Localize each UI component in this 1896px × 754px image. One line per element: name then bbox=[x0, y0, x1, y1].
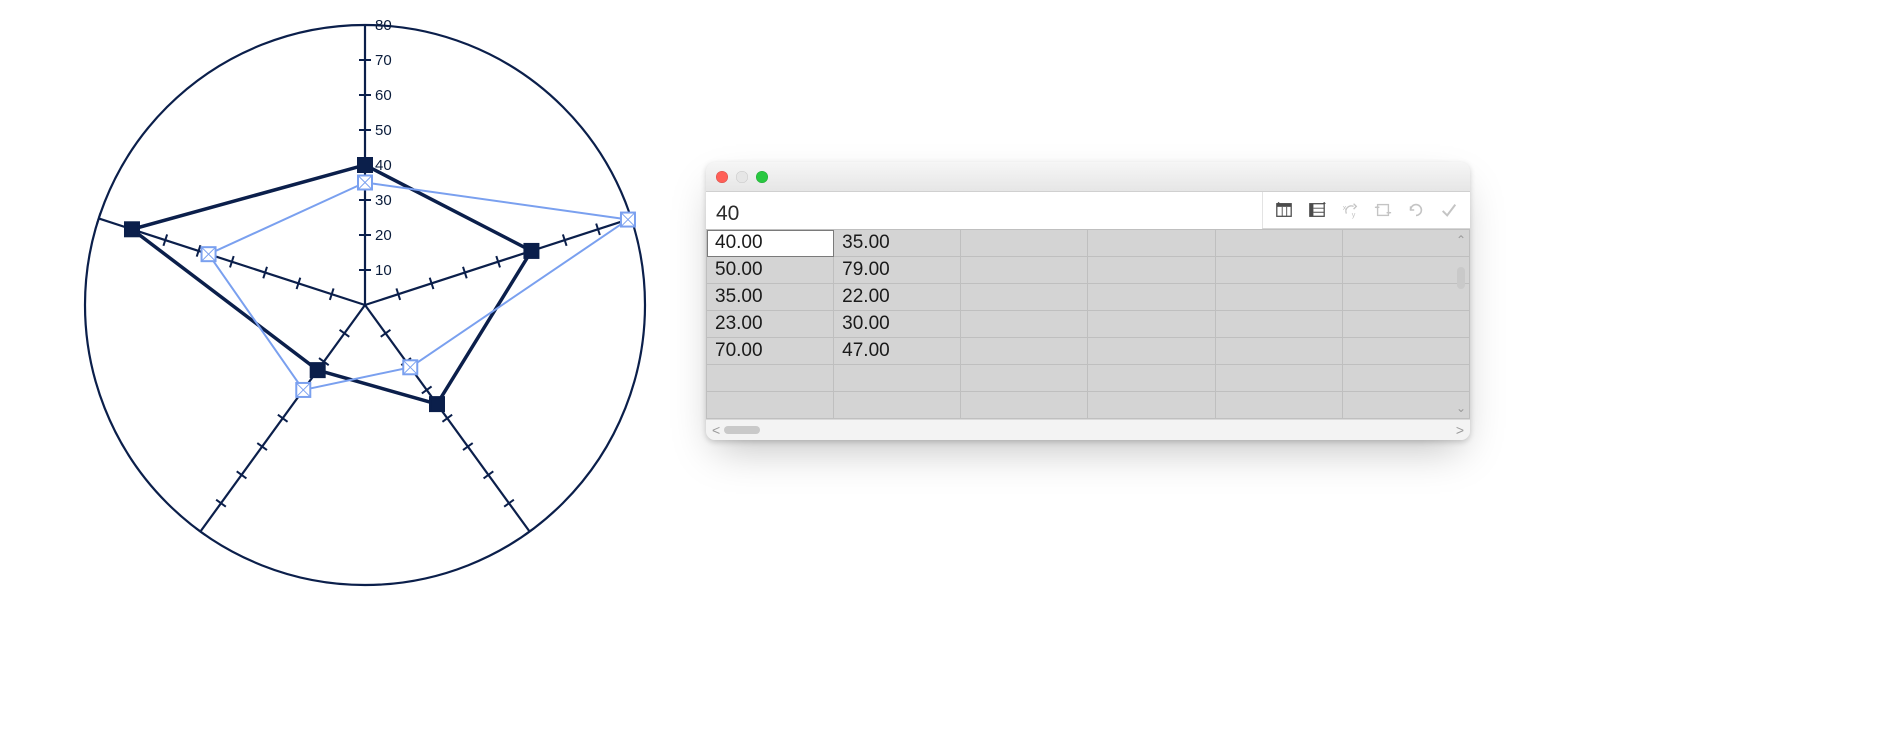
grid-cell[interactable] bbox=[961, 284, 1088, 311]
grid-cell[interactable]: 22.00 bbox=[834, 284, 961, 311]
grid-cell[interactable]: 40.00 bbox=[707, 230, 834, 257]
swap-xy-icon: xy bbox=[1341, 200, 1359, 220]
grid-cell[interactable] bbox=[1215, 392, 1342, 419]
grid-cell[interactable] bbox=[707, 392, 834, 419]
swap-xy-button[interactable]: xy bbox=[1335, 195, 1365, 225]
grid-cell[interactable] bbox=[961, 338, 1088, 365]
grid-cell[interactable] bbox=[1088, 392, 1215, 419]
undo-icon bbox=[1407, 200, 1425, 220]
grid-cell[interactable] bbox=[1215, 230, 1342, 257]
grid-cell[interactable] bbox=[1342, 311, 1469, 338]
grid-cell[interactable]: 70.00 bbox=[707, 338, 834, 365]
undo-button[interactable] bbox=[1401, 195, 1431, 225]
grid-cell[interactable] bbox=[961, 257, 1088, 284]
first-col-labels-button[interactable] bbox=[1302, 195, 1332, 225]
grid-cell[interactable] bbox=[1088, 365, 1215, 392]
grid-cell[interactable] bbox=[834, 365, 961, 392]
window-titlebar[interactable] bbox=[706, 162, 1470, 192]
grid-cell[interactable] bbox=[1342, 365, 1469, 392]
scroll-right-icon[interactable]: > bbox=[1456, 422, 1464, 438]
toolbar-buttons: xy bbox=[1262, 192, 1470, 228]
minimize-icon bbox=[736, 171, 748, 183]
grid-cell[interactable] bbox=[707, 365, 834, 392]
zoom-icon[interactable] bbox=[756, 171, 768, 183]
axis-tick-label: 60 bbox=[375, 87, 392, 104]
axis-tick-label: 80 bbox=[375, 17, 392, 34]
horizontal-scrollbar[interactable]: < > bbox=[706, 419, 1470, 440]
grid-cell[interactable] bbox=[1215, 284, 1342, 311]
scroll-left-icon[interactable]: < bbox=[712, 422, 720, 438]
confirm-button[interactable] bbox=[1434, 195, 1464, 225]
first-col-labels-icon bbox=[1308, 200, 1326, 220]
grid-cell[interactable] bbox=[1088, 257, 1215, 284]
crop-range-icon bbox=[1374, 200, 1392, 220]
svg-text:y: y bbox=[1352, 210, 1356, 219]
crop-range-button[interactable] bbox=[1368, 195, 1398, 225]
axis-tick-label: 10 bbox=[375, 262, 392, 279]
scroll-up-icon[interactable]: ⌃ bbox=[1456, 233, 1466, 247]
radar-chart[interactable]: 1020304050607080 bbox=[60, 0, 670, 610]
grid-cell[interactable]: 35.00 bbox=[834, 230, 961, 257]
vertical-scrollbar[interactable]: ⌃ ⌄ bbox=[1454, 229, 1468, 419]
axis-tick-label: 30 bbox=[375, 192, 392, 209]
grid-cell[interactable] bbox=[1088, 311, 1215, 338]
grid-cell[interactable] bbox=[1342, 257, 1469, 284]
scroll-down-icon[interactable]: ⌄ bbox=[1456, 401, 1466, 415]
axis-tick-label: 70 bbox=[375, 52, 392, 69]
grid-cell[interactable] bbox=[1215, 257, 1342, 284]
grid-cell[interactable] bbox=[1342, 230, 1469, 257]
first-row-labels-icon bbox=[1275, 200, 1293, 220]
scroll-thumb[interactable] bbox=[1457, 267, 1465, 289]
chart-data-window: xy 40.0035.0050.0079.0035.0022.0023.0030… bbox=[706, 162, 1470, 440]
grid-cell[interactable] bbox=[961, 311, 1088, 338]
grid-cell[interactable] bbox=[1342, 284, 1469, 311]
grid-cell[interactable]: 47.00 bbox=[834, 338, 961, 365]
grid-cell[interactable]: 23.00 bbox=[707, 311, 834, 338]
grid-cell[interactable]: 50.00 bbox=[707, 257, 834, 284]
close-icon[interactable] bbox=[716, 171, 728, 183]
grid-cell[interactable] bbox=[1088, 230, 1215, 257]
grid-cell[interactable] bbox=[1088, 338, 1215, 365]
check-icon bbox=[1440, 200, 1458, 220]
grid-cell[interactable] bbox=[1215, 311, 1342, 338]
grid-cell[interactable]: 35.00 bbox=[707, 284, 834, 311]
grid-cell[interactable] bbox=[961, 230, 1088, 257]
first-row-labels-button[interactable] bbox=[1269, 195, 1299, 225]
cell-editor-input[interactable] bbox=[706, 192, 1262, 232]
grid-cell[interactable] bbox=[961, 365, 1088, 392]
axis-tick-label: 50 bbox=[375, 122, 392, 139]
grid-cell[interactable] bbox=[1342, 338, 1469, 365]
data-grid[interactable]: 40.0035.0050.0079.0035.0022.0023.0030.00… bbox=[706, 229, 1470, 419]
grid-cell[interactable] bbox=[1215, 338, 1342, 365]
scroll-thumb-h[interactable] bbox=[724, 426, 760, 434]
grid-cell[interactable]: 30.00 bbox=[834, 311, 961, 338]
data-toolbar: xy bbox=[706, 192, 1470, 229]
grid-cell[interactable] bbox=[1215, 365, 1342, 392]
grid-cell[interactable] bbox=[1088, 284, 1215, 311]
grid-cell[interactable] bbox=[961, 392, 1088, 419]
grid-cell[interactable] bbox=[834, 392, 961, 419]
grid-cell[interactable]: 79.00 bbox=[834, 257, 961, 284]
axis-tick-label: 20 bbox=[375, 227, 392, 244]
grid-cell[interactable] bbox=[1342, 392, 1469, 419]
